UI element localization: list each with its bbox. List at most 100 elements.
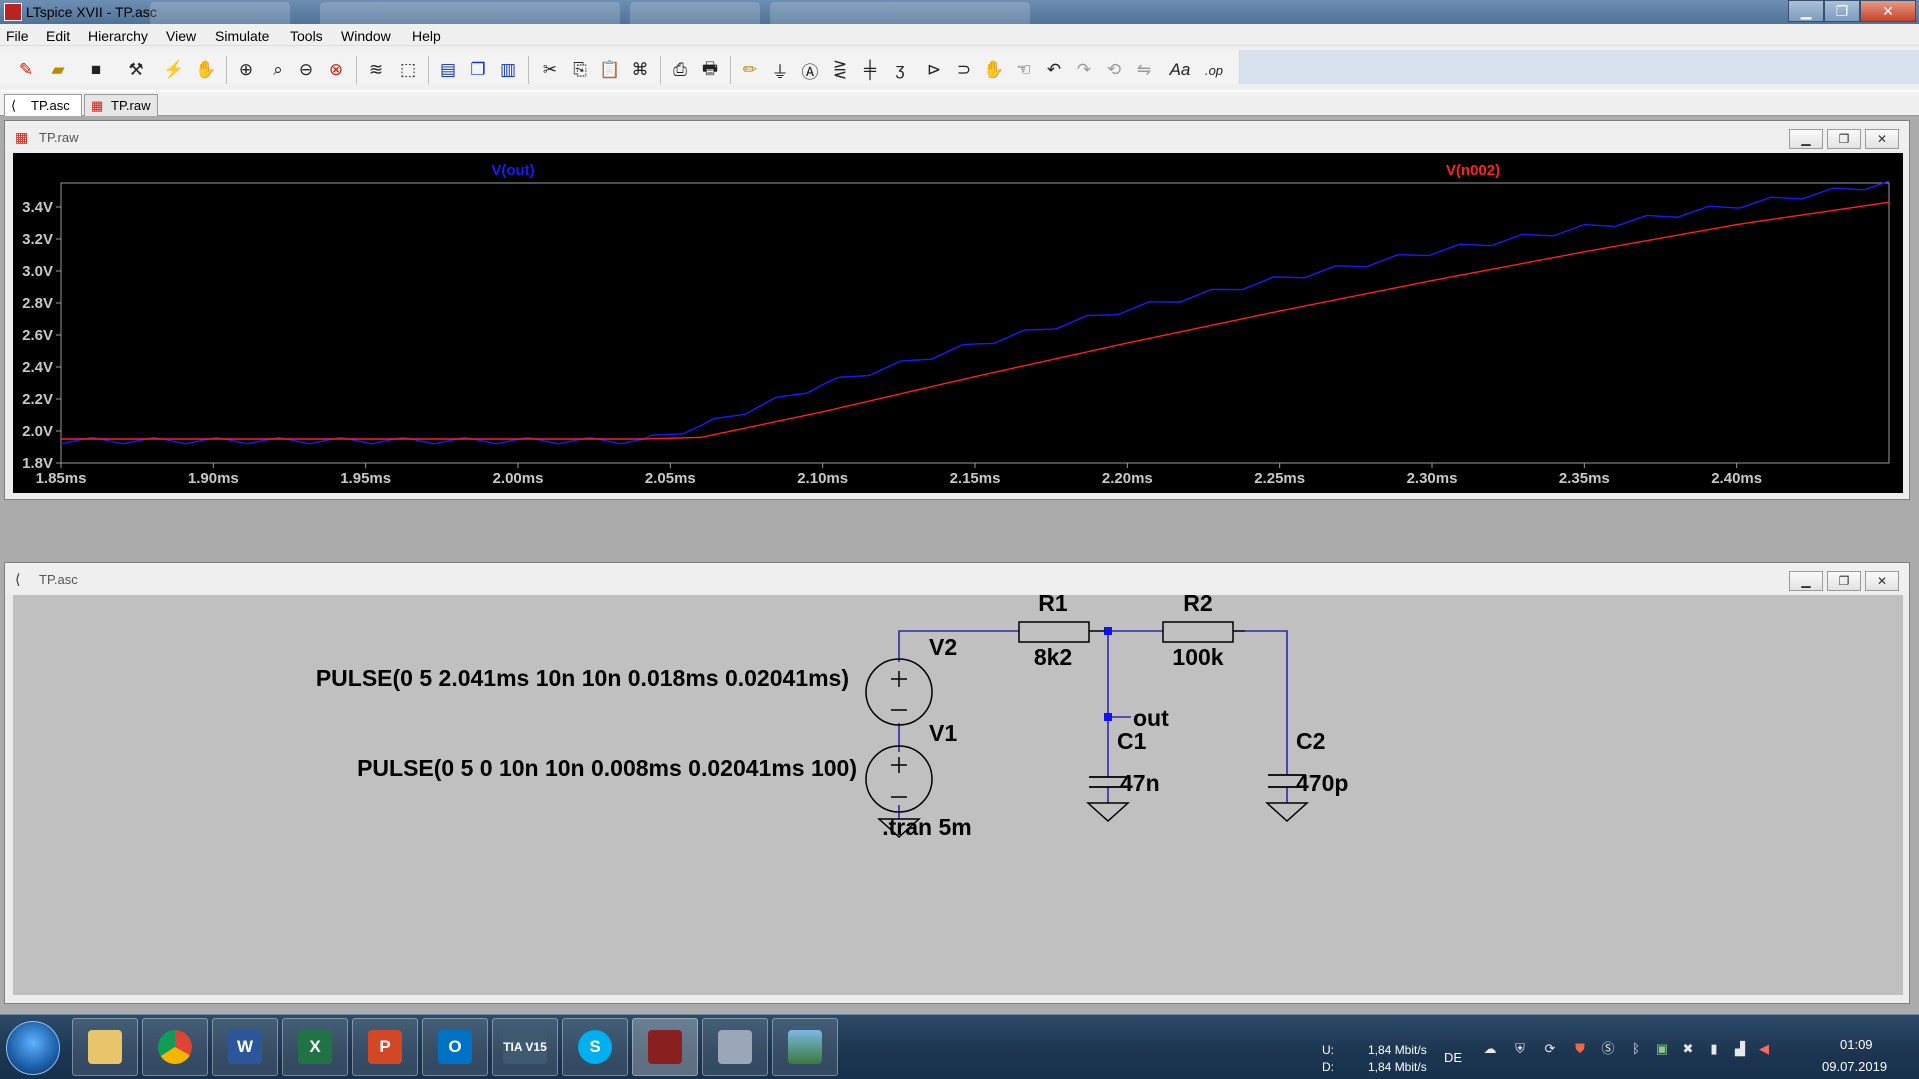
paste-icon[interactable]: 📋	[598, 58, 622, 82]
maximize-button[interactable]: ❐	[1824, 0, 1860, 22]
ground-icon[interactable]: ⏚	[768, 58, 792, 82]
menu-tools[interactable]: Tools	[290, 28, 323, 44]
skype-tray-icon[interactable]: Ⓢ	[1600, 1041, 1616, 1057]
menu-hierarchy[interactable]: Hierarchy	[88, 28, 148, 44]
menu-window[interactable]: Window	[341, 28, 391, 44]
undo-icon[interactable]: ↶	[1042, 58, 1066, 82]
tile-vertical-icon[interactable]: ▥	[496, 58, 520, 82]
schematic-window-header[interactable]: ⟨ TP.asc ▁ ❐ ✕	[5, 563, 1909, 593]
taskbar-word[interactable]: W	[212, 1018, 278, 1076]
tran-directive[interactable]: .tran 5m	[882, 814, 971, 840]
menu-simulate[interactable]: Simulate	[215, 28, 269, 44]
r1-name[interactable]: R1	[1038, 590, 1068, 616]
schematic-restore-button[interactable]: ❐	[1827, 571, 1861, 591]
taskbar-skype[interactable]: S	[562, 1018, 628, 1076]
c1-name[interactable]: C1	[1117, 728, 1147, 754]
waveform-window[interactable]: ▦ TP.raw ▁ ❐ ✕ V(out) V(n002) 1.8V 2.0V 2.2…	[4, 120, 1910, 500]
taskbar-tia-portal[interactable]: TIA V15	[492, 1018, 558, 1076]
clock-date[interactable]: 09.07.2019	[1822, 1059, 1887, 1074]
v2-value[interactable]: PULSE(0 5 2.041ms 10n 10n 0.018ms 0.0204…	[316, 665, 849, 691]
tab-tp-raw[interactable]: ▦ TP.raw	[84, 94, 158, 116]
save-icon[interactable]: ■	[84, 58, 108, 82]
taskbar-excel[interactable]: X	[282, 1018, 348, 1076]
drag-icon[interactable]: ☜	[1012, 58, 1036, 82]
find-icon[interactable]: ⌘	[628, 58, 652, 82]
halt-icon[interactable]: ✋	[194, 58, 218, 82]
r2-name[interactable]: R2	[1183, 590, 1212, 616]
taskbar-photos[interactable]	[772, 1018, 838, 1076]
component-icon[interactable]: ⊃	[952, 58, 976, 82]
legend-V(out)[interactable]: V(out)	[491, 162, 534, 179]
move-icon[interactable]: ✋	[982, 58, 1006, 82]
waveform-plot[interactable]: V(out) V(n002) 1.8V 2.0V 2.2V 2.4V 2.6V 2.8V 3.…	[13, 153, 1903, 493]
taskbar-chrome[interactable]	[142, 1018, 208, 1076]
r1-value[interactable]: 8k2	[1034, 644, 1072, 670]
label-net-icon[interactable]: Ⓐ	[798, 58, 822, 82]
mirror-icon[interactable]: ⇋	[1132, 58, 1156, 82]
schematic-minimize-button[interactable]: ▁	[1789, 571, 1823, 591]
copy-icon[interactable]: ⎘	[568, 58, 592, 82]
print-preview-icon[interactable]: ⎙	[668, 58, 692, 82]
window-title-bar[interactable]: LTspice XVII - TP.asc ▁ ❐ ✕	[0, 0, 1919, 24]
sync-icon[interactable]: ⟳	[1542, 1041, 1558, 1057]
open-icon[interactable]: ▰	[46, 58, 70, 82]
bluetooth-icon[interactable]: ᛒ	[1628, 1041, 1644, 1057]
text-icon[interactable]: Aa	[1168, 58, 1192, 82]
taskbar-calculator[interactable]	[702, 1018, 768, 1076]
c1-value[interactable]: 47n	[1120, 770, 1160, 796]
print-icon[interactable]: 🖶	[698, 58, 722, 82]
rotate-icon[interactable]: ⟲	[1102, 58, 1126, 82]
taskbar-ltspice[interactable]	[632, 1018, 698, 1076]
autorange-icon[interactable]: ≋	[364, 58, 388, 82]
menu-view[interactable]: View	[166, 28, 196, 44]
schematic-close-button[interactable]: ✕	[1865, 571, 1899, 591]
legend-V(n002)[interactable]: V(n002)	[1446, 162, 1500, 179]
inductor-icon[interactable]: ʒ	[888, 58, 912, 82]
start-button[interactable]	[6, 1021, 60, 1075]
language-indicator[interactable]: DE	[1444, 1050, 1462, 1065]
volume-muted-icon[interactable]: ◀	[1756, 1041, 1772, 1057]
mute-app-icon[interactable]: ✖	[1680, 1041, 1696, 1057]
r2-value[interactable]: 100k	[1172, 644, 1223, 670]
cascade-icon[interactable]: ❐	[466, 58, 490, 82]
waveform-restore-button[interactable]: ❐	[1827, 129, 1861, 149]
spice-directive-icon[interactable]: .op	[1202, 58, 1226, 82]
zoom-in-icon[interactable]: ⊕	[234, 58, 258, 82]
display-icon[interactable]: ▣	[1654, 1041, 1670, 1057]
zoom-out-icon[interactable]: ⊖	[294, 58, 318, 82]
run-icon[interactable]: ⚡	[162, 58, 186, 82]
taskbar-explorer[interactable]	[72, 1018, 138, 1076]
diode-icon[interactable]: ⊳	[922, 58, 946, 82]
waveform-close-button[interactable]: ✕	[1865, 129, 1899, 149]
zoom-fit-icon[interactable]: ⊗	[324, 58, 348, 82]
waveform-minimize-button[interactable]: ▁	[1789, 129, 1823, 149]
waveform-window-header[interactable]: ▦ TP.raw ▁ ❐ ✕	[5, 121, 1909, 151]
cut-icon[interactable]: ✂	[538, 58, 562, 82]
taskbar-powerpoint[interactable]: P	[352, 1018, 418, 1076]
v1-value[interactable]: PULSE(0 5 0 10n 10n 0.008ms 0.02041ms 10…	[357, 755, 857, 781]
redo-icon[interactable]: ↷	[1072, 58, 1096, 82]
menu-file[interactable]: File	[6, 28, 29, 44]
tile-horizontal-icon[interactable]: ▤	[436, 58, 460, 82]
minimize-button[interactable]: ▁	[1788, 0, 1824, 22]
shield-icon[interactable]: ⛨	[1512, 1041, 1528, 1057]
schematic-window[interactable]: ⟨ TP.asc ▁ ❐ ✕ R1 8k2 R2 100k V2 PULSE(0…	[4, 562, 1910, 1004]
taskbar-outlook[interactable]: O	[422, 1018, 488, 1076]
zoom-pan-icon[interactable]: ⌕	[266, 58, 290, 82]
draw-wire-icon[interactable]: ✏	[738, 58, 762, 82]
onedrive-icon[interactable]: ☁	[1482, 1041, 1498, 1057]
menu-edit[interactable]: Edit	[46, 28, 70, 44]
resistor-icon[interactable]: ⋛	[828, 58, 852, 82]
control-panel-icon[interactable]: ⚒	[124, 58, 148, 82]
new-schematic-icon[interactable]: ✎	[14, 58, 38, 82]
security-icon[interactable]: ⛊	[1572, 1041, 1588, 1057]
wifi-signal-icon[interactable]: ▟	[1732, 1041, 1748, 1057]
capacitor-icon[interactable]: ╪	[858, 58, 882, 82]
ltspice-app-icon[interactable]	[4, 3, 22, 21]
zoom-rect-icon[interactable]: ⬚	[396, 58, 420, 82]
v1-name[interactable]: V1	[929, 720, 957, 746]
schematic-canvas[interactable]: R1 8k2 R2 100k V2 PULSE(0 5 2.041ms 10n …	[13, 590, 1903, 995]
tab-tp-asc[interactable]: ⟨ TP.asc	[4, 94, 82, 117]
v2-name[interactable]: V2	[929, 634, 957, 660]
clock-time[interactable]: 01:09	[1840, 1037, 1873, 1052]
